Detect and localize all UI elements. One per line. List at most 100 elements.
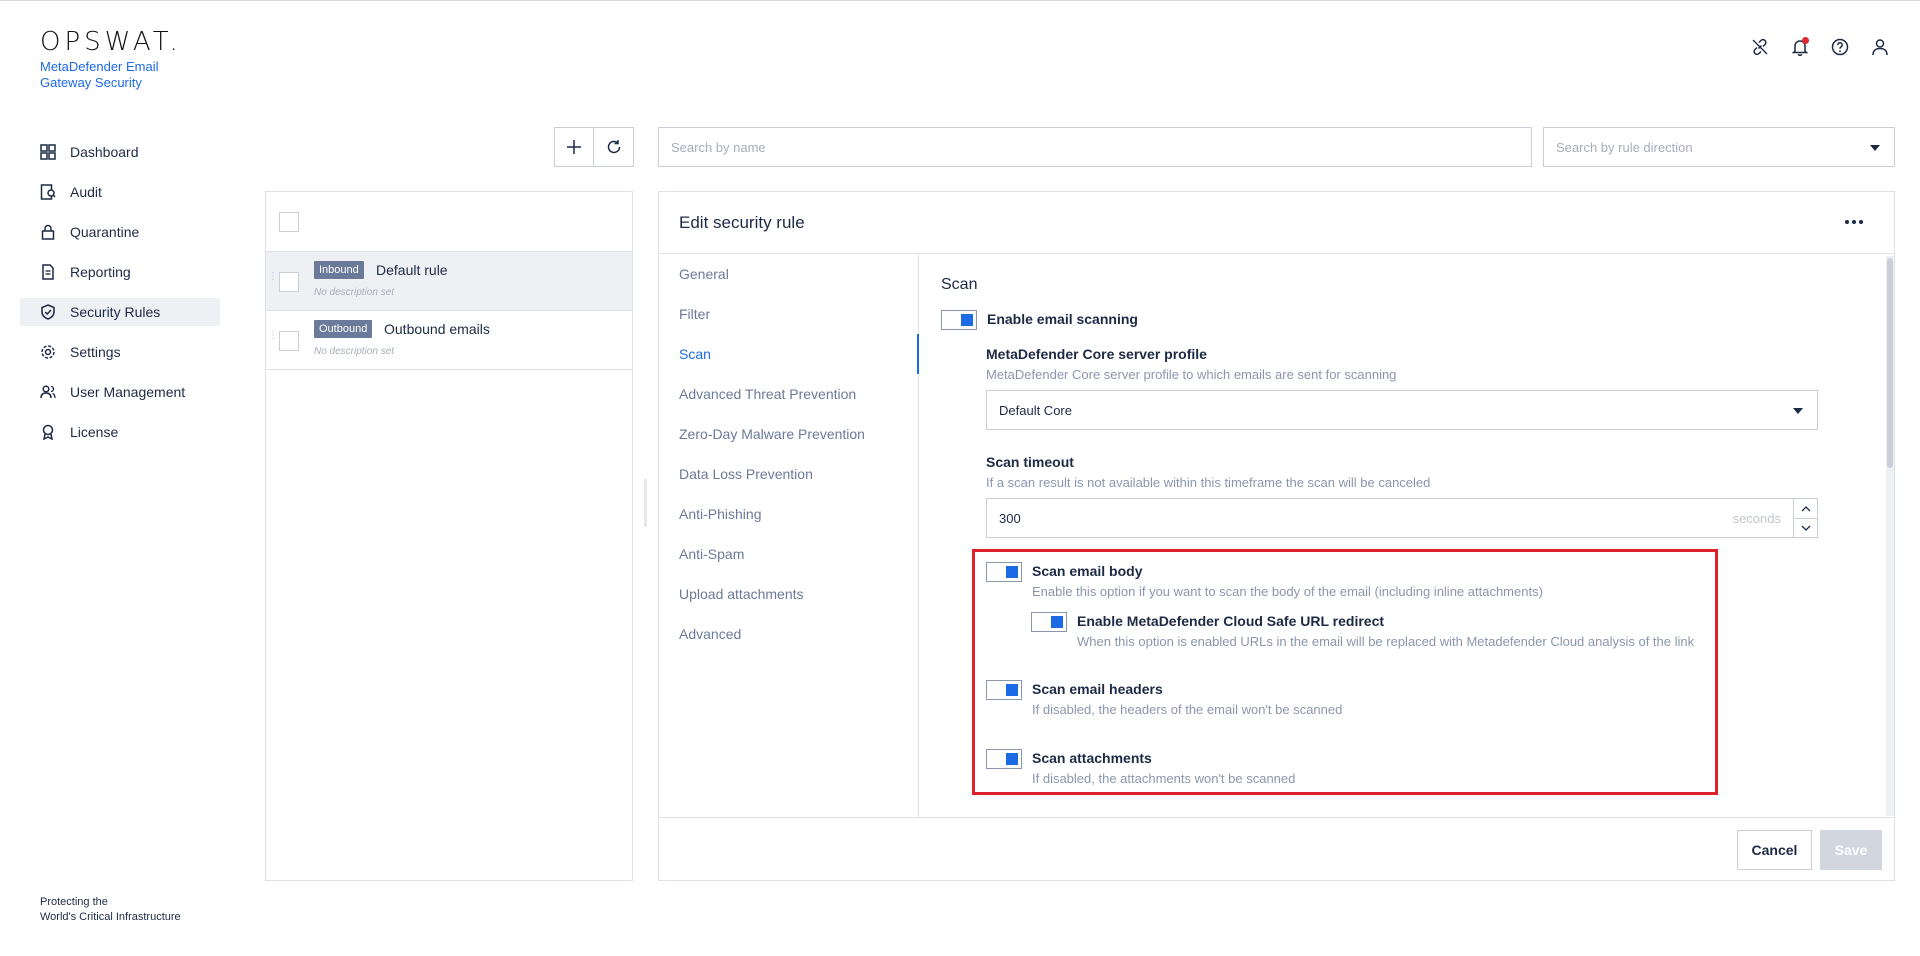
bell-icon[interactable]: [1790, 37, 1810, 57]
rule-direction-select[interactable]: Search by rule direction: [1543, 127, 1895, 167]
decrement-button[interactable]: [1794, 518, 1817, 537]
refresh-button[interactable]: [594, 127, 634, 167]
scan-timeout-description: If a scan result is not available within…: [986, 475, 1431, 490]
option-description: If disabled, the headers of the email wo…: [1032, 702, 1343, 717]
more-dot: [1859, 220, 1863, 224]
tab-anti-spam[interactable]: Anti-Spam: [659, 534, 918, 574]
sidebar-item-settings[interactable]: Settings: [20, 338, 220, 366]
quantity-stepper: [1793, 499, 1817, 537]
tab-scan[interactable]: Scan: [659, 334, 919, 374]
logo-text: OPSWAT.: [40, 27, 182, 57]
rule-name: Outbound emails: [384, 321, 490, 337]
plus-icon: [567, 140, 581, 154]
rules-list-header: [266, 192, 632, 252]
rule-section-nav: General Filter Scan Advanced Threat Prev…: [659, 254, 919, 817]
chevron-up-icon: [1801, 505, 1810, 511]
tab-general[interactable]: General: [659, 254, 918, 294]
toggle-knob: [961, 314, 973, 326]
sidebar-item-label: Security Rules: [70, 304, 161, 320]
rule-tool-buttons: [554, 127, 634, 167]
sidebar-item-label: Dashboard: [70, 144, 139, 160]
scan-timeout-value: 300: [999, 511, 1021, 526]
document-icon: [40, 264, 56, 280]
more-options-button[interactable]: [1842, 210, 1866, 234]
scan-email-headers-toggle[interactable]: [986, 680, 1022, 700]
enable-email-scanning-toggle[interactable]: [941, 310, 977, 330]
sidebar-item-label: User Management: [70, 384, 186, 400]
option-label: Enable MetaDefender Cloud Safe URL redir…: [1077, 613, 1385, 629]
select-all-checkbox[interactable]: [279, 212, 299, 232]
sidebar-item-reporting[interactable]: Reporting: [20, 258, 220, 286]
more-dot: [1852, 220, 1856, 224]
help-icon[interactable]: [1830, 37, 1850, 57]
award-icon: [40, 424, 56, 440]
tab-advanced[interactable]: Advanced: [659, 614, 918, 654]
cancel-button[interactable]: Cancel: [1737, 830, 1812, 870]
edit-rule-title: Edit security rule: [679, 213, 805, 232]
sidebar-item-user-management[interactable]: User Management: [20, 378, 220, 406]
cloud-safe-url-toggle[interactable]: [1031, 612, 1067, 632]
lock-icon: [40, 224, 56, 240]
footer-line: Protecting the: [40, 896, 108, 908]
chevron-down-icon: [1870, 145, 1880, 151]
dashboard-icon: [40, 144, 56, 160]
option-description: Enable this option if you want to scan t…: [1032, 584, 1543, 599]
rule-description: No description set: [314, 346, 395, 357]
sidebar-item-security-rules[interactable]: Security Rules: [20, 298, 220, 326]
sidebar: OPSWAT. MetaDefender Email Gateway Secur…: [0, 1, 240, 956]
increment-button[interactable]: [1794, 499, 1817, 518]
tab-filter[interactable]: Filter: [659, 294, 918, 334]
rule-name: Default rule: [376, 262, 448, 278]
gear-icon: [40, 344, 56, 360]
server-profile-select[interactable]: Default Core: [986, 390, 1818, 430]
tab-anti-phishing[interactable]: Anti-Phishing: [659, 494, 918, 534]
content-scrollbar[interactable]: [1886, 256, 1894, 816]
edit-rule-footer: Cancel Save: [659, 817, 1894, 880]
rule-checkbox[interactable]: [279, 272, 299, 292]
product-name: MetaDefender Email Gateway Security: [40, 59, 159, 90]
server-profile-label: MetaDefender Core server profile: [986, 346, 1207, 362]
edit-rule-panel: Edit security rule General Filter Scan A…: [658, 191, 1895, 881]
users-icon: [40, 384, 56, 400]
rule-row[interactable]: ⋮⋮ Inbound Default rule No description s…: [266, 252, 632, 311]
sidebar-item-audit[interactable]: Audit: [20, 178, 220, 206]
rule-checkbox[interactable]: [279, 331, 299, 351]
sidebar-nav: Dashboard Audit Quarantine Reporting Sec…: [20, 138, 220, 458]
link-icon[interactable]: [1750, 37, 1770, 57]
sidebar-item-label: License: [70, 424, 119, 440]
scan-timeout-input[interactable]: 300 seconds: [986, 498, 1818, 538]
panel-resize-handle[interactable]: [644, 479, 647, 527]
option-description: If disabled, the attachments won't be sc…: [1032, 771, 1296, 786]
search-by-name-input[interactable]: [658, 127, 1532, 167]
tab-upload-attachments[interactable]: Upload attachments: [659, 574, 918, 614]
rule-direction-placeholder: Search by rule direction: [1556, 139, 1693, 155]
section-title: Scan: [941, 276, 978, 293]
tab-zero-day-malware-prevention[interactable]: Zero-Day Malware Prevention: [659, 414, 918, 454]
audit-icon: [40, 184, 56, 200]
scan-timeout-unit: seconds: [1732, 511, 1781, 526]
tab-data-loss-prevention[interactable]: Data Loss Prevention: [659, 454, 918, 494]
scan-timeout-label: Scan timeout: [986, 454, 1074, 470]
tab-advanced-threat-prevention[interactable]: Advanced Threat Prevention: [659, 374, 918, 414]
chevron-down-icon: [1793, 408, 1803, 414]
sidebar-item-dashboard[interactable]: Dashboard: [20, 138, 220, 166]
rule-row[interactable]: ⋮⋮ Outbound Outbound emails No descripti…: [266, 311, 632, 370]
rule-direction-badge: Outbound: [314, 320, 373, 338]
toggle-knob: [1051, 616, 1063, 628]
sidebar-item-license[interactable]: License: [20, 418, 220, 446]
save-button[interactable]: Save: [1820, 830, 1882, 870]
server-profile-description: MetaDefender Core server profile to whic…: [986, 367, 1397, 382]
scrollbar-thumb[interactable]: [1887, 258, 1893, 468]
scan-settings-content: Scan Enable email scanning MetaDefender …: [919, 254, 1894, 817]
sidebar-item-label: Quarantine: [70, 224, 140, 240]
option-label: Enable email scanning: [987, 311, 1138, 327]
scan-attachments-toggle[interactable]: [986, 749, 1022, 769]
scan-email-body-toggle[interactable]: [986, 562, 1022, 582]
sidebar-item-quarantine[interactable]: Quarantine: [20, 218, 220, 246]
user-icon[interactable]: [1870, 37, 1890, 57]
refresh-icon: [607, 140, 620, 154]
option-label: Scan attachments: [1032, 750, 1152, 766]
opswat-logo: OPSWAT.: [40, 27, 182, 57]
chevron-down-icon: [1801, 525, 1810, 531]
add-rule-button[interactable]: [554, 127, 594, 167]
